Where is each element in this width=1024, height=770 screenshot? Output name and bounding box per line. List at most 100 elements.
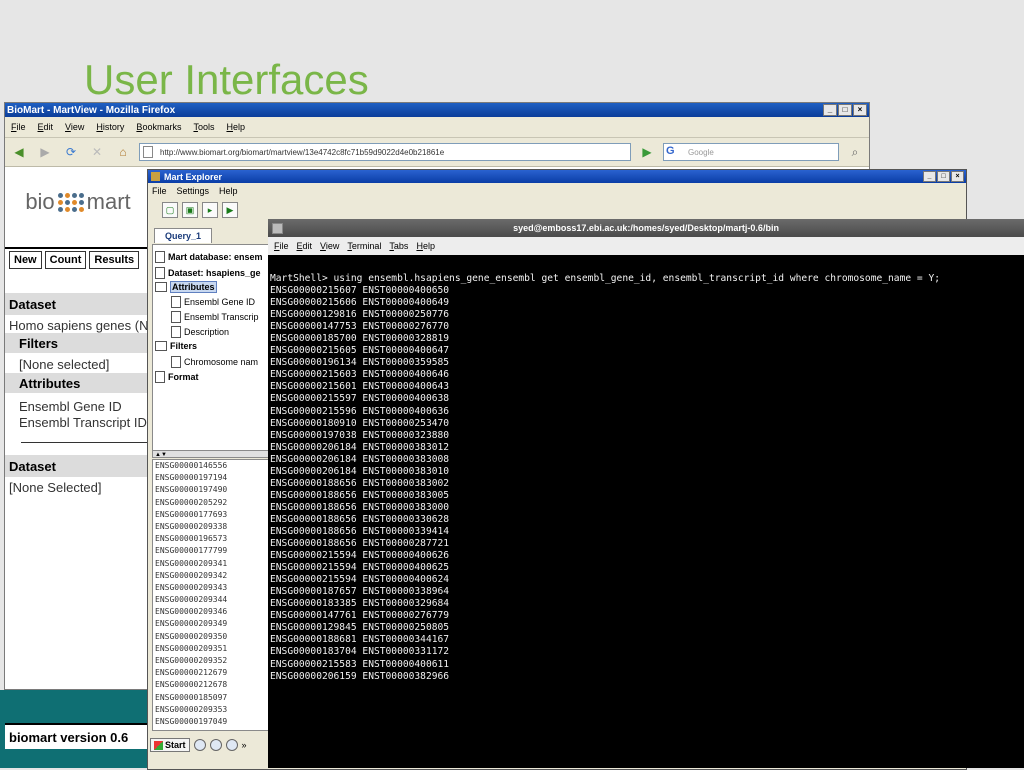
- new-button[interactable]: New: [9, 251, 42, 269]
- tree-filters[interactable]: Filters: [155, 341, 197, 351]
- menu-settings[interactable]: Settings: [177, 186, 210, 196]
- menu-help[interactable]: Help: [226, 122, 245, 132]
- list-item[interactable]: ENSG00000197049: [153, 716, 271, 728]
- menu-tabs[interactable]: Tabs: [389, 241, 408, 251]
- menu-view[interactable]: View: [320, 241, 339, 251]
- menu-terminal[interactable]: Terminal: [347, 241, 381, 251]
- document-icon: [155, 371, 165, 383]
- dataset-value[interactable]: Homo sapiens genes (N: [9, 318, 151, 333]
- search-icon[interactable]: ⌕: [845, 143, 865, 161]
- tree-attr-gene-id[interactable]: Ensembl Gene ID: [171, 296, 255, 308]
- close-button[interactable]: ×: [853, 104, 867, 116]
- list-item[interactable]: ENSG00000212679: [153, 667, 271, 679]
- mart-explorer-titlebar[interactable]: Mart Explorer _ □ ×: [148, 170, 966, 183]
- list-item[interactable]: ENSG00000212678: [153, 679, 271, 691]
- menu-history[interactable]: History: [96, 122, 124, 132]
- menu-edit[interactable]: Edit: [38, 122, 54, 132]
- tree-filter-chromosome[interactable]: Chromosome nam: [171, 356, 258, 368]
- tree-mart-database[interactable]: Mart database: ensem: [155, 251, 263, 263]
- dataset2-value[interactable]: [None Selected]: [9, 480, 102, 495]
- dataset-heading[interactable]: Dataset: [5, 293, 151, 315]
- list-item[interactable]: ENSG00000209352: [153, 655, 271, 667]
- minimize-button[interactable]: _: [823, 104, 837, 116]
- forward-icon[interactable]: ▶: [35, 143, 55, 161]
- list-item[interactable]: ENSG00000146556: [153, 460, 271, 472]
- list-item[interactable]: ENSG00000196573: [153, 533, 271, 545]
- search-engine-icon[interactable]: G: [666, 145, 675, 157]
- menu-bookmarks[interactable]: Bookmarks: [136, 122, 181, 132]
- terminal-output[interactable]: MartShell> using ensembl.hsapiens_gene_e…: [268, 273, 1024, 768]
- url-bar[interactable]: http://www.biomart.org/biomart/martview/…: [139, 143, 631, 161]
- menu-help[interactable]: Help: [219, 186, 238, 196]
- attributes-heading[interactable]: Attributes: [5, 373, 151, 393]
- document-icon: [171, 296, 181, 308]
- list-item[interactable]: ENSG00000209349: [153, 618, 271, 630]
- count-button[interactable]: Count: [44, 251, 87, 269]
- document-icon: [171, 311, 181, 323]
- run-icon[interactable]: ▶: [222, 202, 238, 218]
- list-item[interactable]: ENSG00000209351: [153, 643, 271, 655]
- save-icon[interactable]: ▣: [182, 202, 198, 218]
- stop-icon[interactable]: ✕: [87, 143, 107, 161]
- chevron-right-icon[interactable]: »: [242, 740, 247, 750]
- search-input[interactable]: G Google: [663, 143, 839, 161]
- tree-format[interactable]: Format: [155, 371, 199, 383]
- list-item[interactable]: ENSG00000197194: [153, 472, 271, 484]
- maximize-button[interactable]: □: [937, 171, 950, 182]
- media-icon[interactable]: [225, 739, 238, 751]
- minimize-button[interactable]: _: [923, 171, 936, 182]
- menu-tools[interactable]: Tools: [193, 122, 214, 132]
- back-icon[interactable]: ◀: [9, 143, 29, 161]
- start-button[interactable]: Start: [150, 738, 190, 752]
- go-icon[interactable]: ▶: [637, 143, 657, 161]
- list-item[interactable]: ENSG00000209346: [153, 606, 271, 618]
- menu-help[interactable]: Help: [416, 241, 435, 251]
- menu-edit[interactable]: Edit: [297, 241, 313, 251]
- results-button[interactable]: Results: [89, 251, 140, 269]
- quicklaunch-icon[interactable]: [193, 739, 206, 751]
- tab-query-1[interactable]: Query_1: [154, 228, 213, 243]
- maximize-button[interactable]: □: [838, 104, 852, 116]
- menu-view[interactable]: View: [65, 122, 84, 132]
- new-document-icon[interactable]: ▢: [162, 202, 178, 218]
- divider: [21, 442, 151, 443]
- query-tree: Mart database: ensem Dataset: hsapiens_g…: [152, 244, 272, 452]
- attribute-gene-id: Ensembl Gene ID: [19, 399, 122, 414]
- list-item[interactable]: ENSG00000209344: [153, 594, 271, 606]
- close-button[interactable]: ×: [951, 171, 964, 182]
- document-icon: [171, 326, 181, 338]
- menu-file[interactable]: File: [274, 241, 289, 251]
- list-item[interactable]: ENSG00000209342: [153, 570, 271, 582]
- terminal-row: ENSG00000206159 ENST00000382966: [270, 670, 450, 682]
- tree-attributes[interactable]: Attributes: [155, 281, 217, 293]
- browser-icon[interactable]: [209, 739, 222, 751]
- terminal-icon: [272, 223, 283, 234]
- menu-file[interactable]: File: [11, 122, 26, 132]
- tree-attr-description[interactable]: Description: [171, 326, 229, 338]
- logo-text-mart: mart: [86, 189, 131, 214]
- list-item[interactable]: ENSG00000185097: [153, 692, 271, 704]
- list-item[interactable]: ENSG00000205292: [153, 497, 271, 509]
- terminal-titlebar[interactable]: syed@emboss17.ebi.ac.uk:/homes/syed/Desk…: [268, 219, 1024, 237]
- filters-heading[interactable]: Filters: [5, 333, 151, 353]
- firefox-titlebar[interactable]: BioMart - MartView - Mozilla Firefox _ □…: [5, 103, 869, 117]
- list-item[interactable]: ENSG00000209343: [153, 582, 271, 594]
- tree-dataset[interactable]: Dataset: hsapiens_ge: [155, 267, 261, 279]
- splitter-handle[interactable]: ▲▼: [152, 450, 270, 458]
- list-item[interactable]: ENSG00000209341: [153, 558, 271, 570]
- menu-file[interactable]: File: [152, 186, 167, 196]
- results-list[interactable]: ENSG00000146556 ENSG00000197194 ENSG000001…: [152, 459, 272, 731]
- list-item[interactable]: ENSG00000177799: [153, 545, 271, 557]
- run-filter-icon[interactable]: ▸: [202, 202, 218, 218]
- terminal-window: syed@emboss17.ebi.ac.uk:/homes/syed/Desk…: [268, 219, 1024, 768]
- list-item[interactable]: ENSG00000209353: [153, 704, 271, 716]
- tree-attr-transcript-id[interactable]: Ensembl Transcrip: [171, 311, 259, 323]
- windows-logo-icon: [154, 740, 163, 750]
- list-item[interactable]: ENSG00000197490: [153, 484, 271, 496]
- dataset2-heading[interactable]: Dataset: [5, 455, 151, 477]
- list-item[interactable]: ENSG00000209350: [153, 631, 271, 643]
- list-item[interactable]: ENSG00000177693: [153, 509, 271, 521]
- home-icon[interactable]: ⌂: [113, 143, 133, 161]
- reload-icon[interactable]: ⟳: [61, 143, 81, 161]
- list-item[interactable]: ENSG00000209338: [153, 521, 271, 533]
